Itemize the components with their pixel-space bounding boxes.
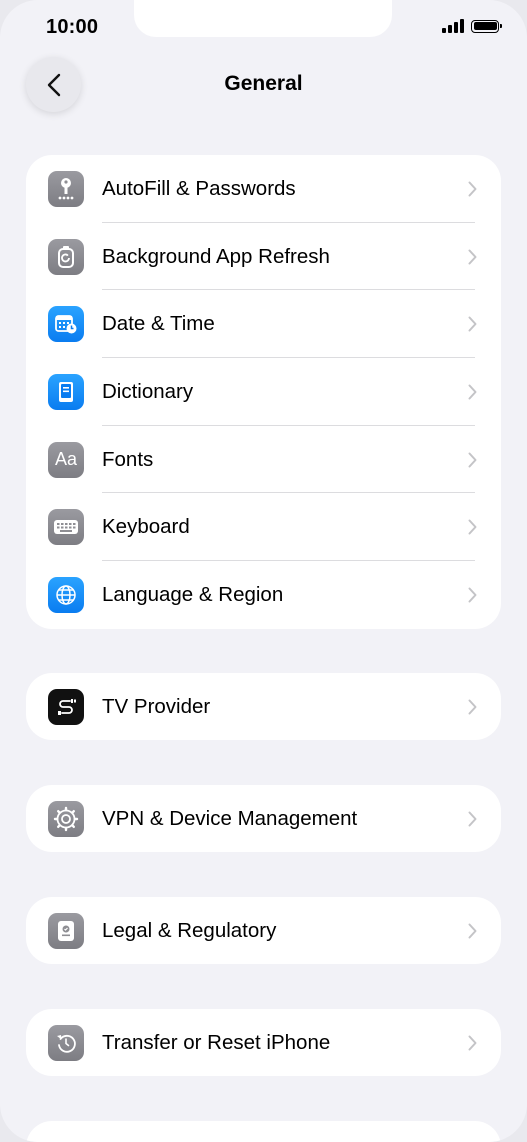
status-time: 10:00 [46,16,99,38]
chevron-right-icon [468,519,477,535]
row-label: Keyboard [102,515,190,539]
battery-icon [471,19,502,33]
row-label: Date & Time [102,312,215,336]
row-fonts[interactable]: Aa Fonts [26,426,501,494]
key-icon [48,170,84,207]
row-date-time[interactable]: Date & Time [26,290,501,359]
row-label: Language & Region [102,582,284,606]
chevron-right-icon [468,249,477,265]
phone-screen: 10:00 General AutoFill & Passwords Backg… [0,0,527,1142]
chevron-right-icon [468,587,477,603]
status-indicators [442,19,502,33]
tv-provider-icon [48,688,84,725]
settings-group-next-partial [26,1121,501,1142]
book-icon [48,373,84,410]
gear-icon [48,800,84,837]
notch [134,0,392,37]
row-tv-provider[interactable]: TV Provider [26,673,501,740]
reset-icon [48,1024,84,1061]
document-badge-icon [48,912,84,949]
chevron-right-icon [468,384,477,400]
row-label: Dictionary [102,379,194,403]
chevron-right-icon [468,811,477,826]
globe-icon [48,576,84,613]
settings-group-legal: Legal & Regulatory [26,897,501,964]
row-label: AutoFill & Passwords [102,176,296,200]
keyboard-icon [48,509,84,546]
page-title: General [224,72,303,95]
row-keyboard[interactable]: Keyboard [26,493,501,562]
refresh-icon [48,238,84,275]
row-legal-regulatory[interactable]: Legal & Regulatory [26,897,501,964]
chevron-right-icon [468,699,477,714]
row-background-app-refresh[interactable]: Background App Refresh [26,223,501,291]
settings-group-vpn: VPN & Device Management [26,785,501,852]
settings-group-general-items: AutoFill & Passwords Background App Refr… [26,155,501,629]
chevron-right-icon [468,923,477,938]
row-label: Background App Refresh [102,244,330,268]
row-language-region[interactable]: Language & Region [26,561,501,629]
row-label: TV Provider [102,694,211,718]
row-dictionary[interactable]: Dictionary [26,358,501,426]
calendar-clock-icon [48,306,84,343]
row-transfer-reset-iphone[interactable]: Transfer or Reset iPhone [26,1009,501,1076]
chevron-right-icon [468,1035,477,1050]
chevron-right-icon [468,316,477,332]
chevron-right-icon [468,452,477,468]
row-label: Legal & Regulatory [102,918,277,942]
row-label: VPN & Device Management [102,806,358,830]
row-label: Fonts [102,447,154,471]
row-label: Transfer or Reset iPhone [102,1030,331,1054]
row-vpn-device-management[interactable]: VPN & Device Management [26,785,501,852]
settings-group-transfer-reset: Transfer or Reset iPhone [26,1009,501,1076]
chevron-right-icon [468,181,477,197]
cellular-signal-icon [442,19,464,33]
row-autofill-passwords[interactable]: AutoFill & Passwords [26,155,501,223]
fonts-icon: Aa [48,441,84,478]
settings-group-tv-provider: TV Provider [26,673,501,740]
